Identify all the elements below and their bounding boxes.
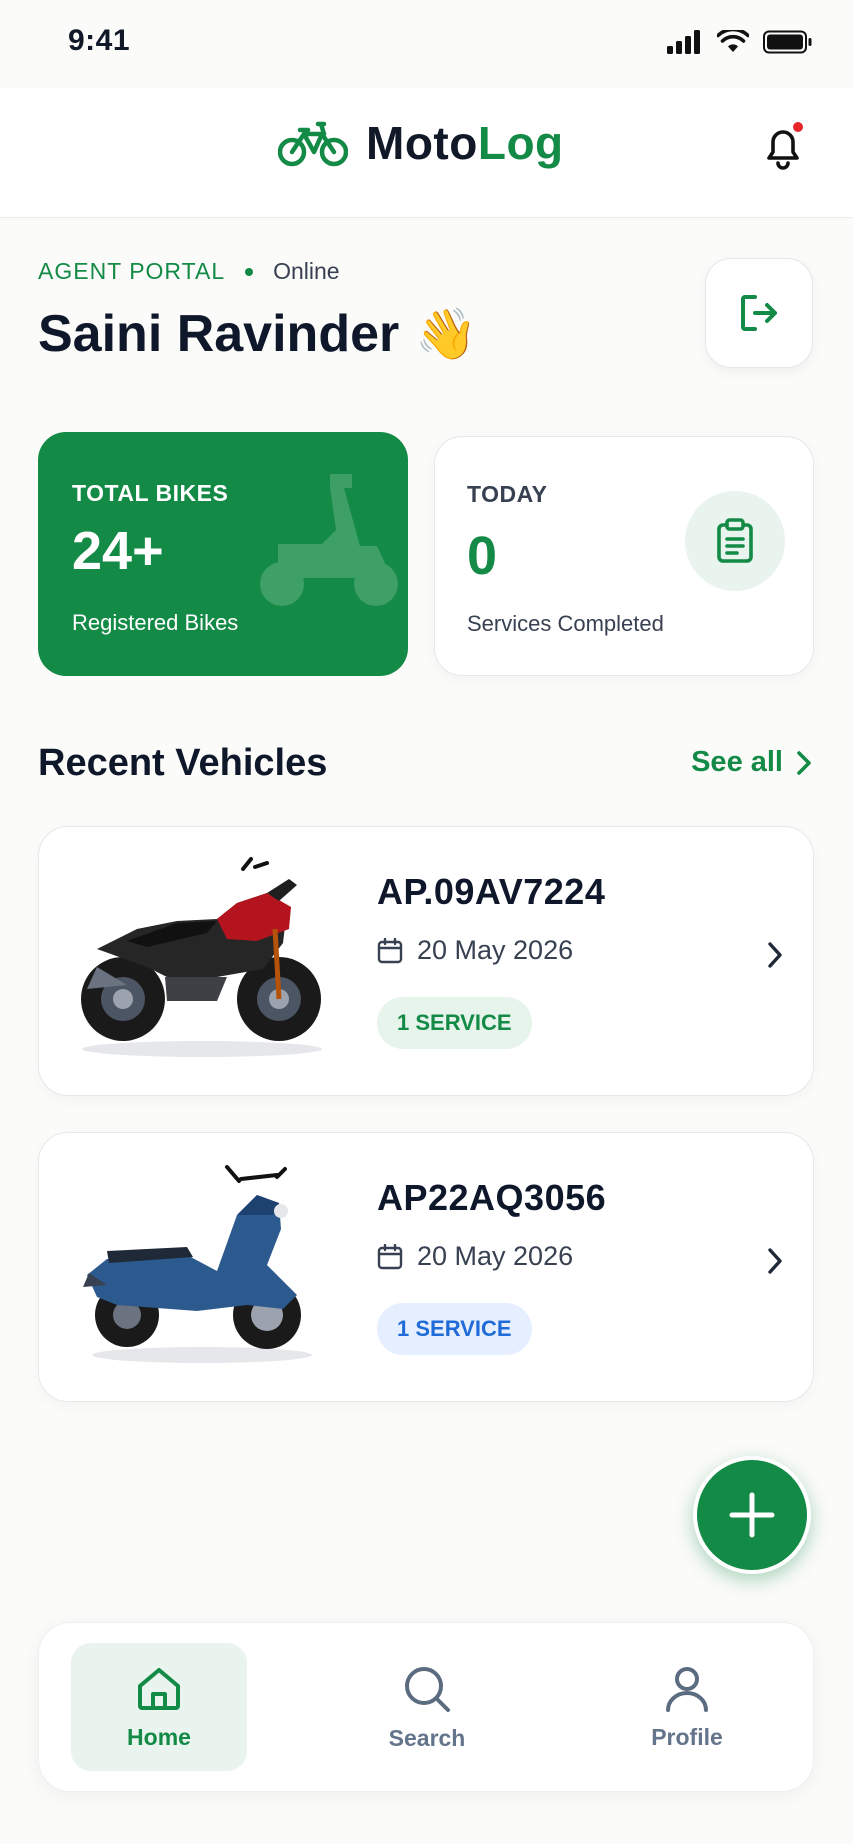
logout-icon <box>741 295 777 331</box>
user-name: Saini Ravinder <box>38 305 400 363</box>
brand-name-part1: Moto <box>366 117 478 169</box>
see-all-link[interactable]: See all <box>691 746 813 779</box>
service-count-badge: 1 SERVICE <box>377 1303 532 1355</box>
calendar-icon <box>377 937 403 963</box>
today-subtitle: Services Completed <box>467 611 664 636</box>
scooter-watermark-icon <box>252 466 402 621</box>
app-header: MotoLog <box>0 88 853 218</box>
brand-name: MotoLog <box>366 116 564 170</box>
recent-vehicles-title: Recent Vehicles <box>38 742 328 784</box>
bike-logo-icon <box>278 121 348 167</box>
notifications-button[interactable] <box>755 118 811 174</box>
chevron-right-icon <box>768 1248 782 1274</box>
vehicle-plate: AP.09AV7224 <box>377 871 606 912</box>
brand-logo: MotoLog <box>278 116 564 170</box>
vehicle-card[interactable]: AP22AQ3056 20 May 2026 1 SERVICE <box>38 1132 814 1402</box>
vehicle-date: 20 May 2026 <box>417 1241 574 1271</box>
notification-dot <box>791 120 805 134</box>
see-all-label: See all <box>691 746 783 778</box>
clipboard-icon-wrap <box>685 491 785 591</box>
nav-home[interactable]: Home <box>71 1643 247 1771</box>
vehicle-plate: AP22AQ3056 <box>377 1177 607 1218</box>
total-bikes-value: 24+ <box>72 521 164 581</box>
today-value: 0 <box>467 526 498 586</box>
portal-label: AGENT PORTAL <box>38 258 226 284</box>
bottom-navigation: Home Search Profile <box>38 1622 814 1792</box>
nav-home-label: Home <box>127 1723 191 1750</box>
vehicle-card[interactable]: AP.09AV7224 20 May 2026 1 SERVICE <box>38 826 814 1096</box>
today-services-card[interactable]: TODAY 0 Services Completed <box>434 436 814 676</box>
online-dot <box>245 267 254 276</box>
profile-icon <box>666 1666 708 1712</box>
add-vehicle-button[interactable] <box>693 1456 811 1574</box>
logout-button[interactable] <box>705 258 813 368</box>
search-icon <box>405 1666 450 1712</box>
online-status: Online <box>273 258 340 284</box>
status-time: 9:41 <box>68 24 131 57</box>
portal-status-row: AGENT PORTAL Online <box>38 258 340 285</box>
clipboard-icon <box>717 518 753 563</box>
signal-icon <box>667 30 700 54</box>
calendar-icon <box>377 1243 403 1269</box>
battery-icon <box>763 30 812 54</box>
chevron-right-icon <box>797 750 811 775</box>
home-icon <box>138 1667 180 1710</box>
nav-profile-label: Profile <box>651 1723 723 1750</box>
today-label: TODAY <box>467 481 548 507</box>
scooter-image <box>83 1165 312 1363</box>
vehicle-date: 20 May 2026 <box>417 935 574 965</box>
user-greeting: Saini Ravinder 👋 <box>38 304 478 364</box>
total-bikes-label: TOTAL BIKES <box>72 480 229 506</box>
nav-search-label: Search <box>388 1724 466 1751</box>
nav-search[interactable]: Search <box>339 1643 515 1771</box>
plus-icon <box>729 1492 775 1538</box>
brand-name-part2: Log <box>477 117 564 169</box>
total-bikes-card[interactable]: TOTAL BIKES 24+ Registered Bikes <box>38 432 408 676</box>
motorcycle-image <box>81 857 322 1057</box>
status-icons <box>667 30 813 54</box>
nav-profile[interactable]: Profile <box>599 1643 775 1771</box>
wifi-icon <box>717 30 749 52</box>
wave-emoji: 👋 <box>415 305 478 362</box>
service-count-badge: 1 SERVICE <box>377 997 532 1049</box>
vehicle-date-row: 20 May 2026 <box>377 935 573 966</box>
chevron-right-icon <box>768 942 782 968</box>
vehicle-date-row: 20 May 2026 <box>377 1241 573 1272</box>
total-bikes-subtitle: Registered Bikes <box>72 610 239 635</box>
